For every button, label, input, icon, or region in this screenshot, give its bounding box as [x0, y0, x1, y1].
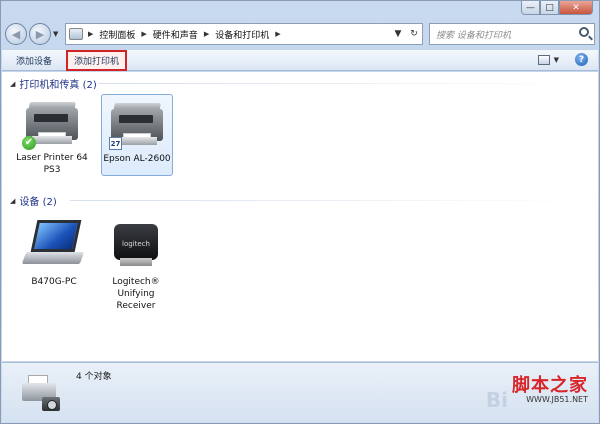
change-view-icon[interactable] — [537, 54, 550, 65]
device-label: Logitech® Unifying Receiver — [112, 277, 160, 311]
recent-pages-dropdown[interactable]: ▼ — [53, 30, 62, 38]
minimize-button[interactable]: — — [521, 1, 540, 15]
device-item-laptop[interactable]: B470G-PC — [18, 216, 90, 296]
back-arrow-icon: ◀ — [11, 27, 21, 41]
default-printer-check-icon: ✔ — [22, 136, 36, 150]
help-icon[interactable]: ? — [575, 53, 588, 66]
collapse-triangle-icon[interactable]: ◢ — [10, 197, 15, 205]
group-divider — [70, 200, 588, 201]
add-printer-button[interactable]: 添加打印机 — [66, 49, 128, 71]
printer-label: Epson AL-2600 — [103, 154, 171, 164]
navigation-bar: ◀ ▶ ▼ ▶ 控制面板 ▶ 硬件和声音 ▶ 设备和打印机 ▶ ▼ ↻ 搜索 设备和打… — [5, 21, 595, 47]
printer-icon: ✔ — [22, 98, 82, 150]
printer-label: Laser Printer 64 PS3 — [16, 153, 88, 175]
explorer-window: — □ ✕ ◀ ▶ ▼ ▶ 控制面板 ▶ 硬件和声音 ▶ 设备和打印机 ▶ ▼ ↻ 搜… — [0, 0, 600, 424]
search-icon[interactable] — [579, 27, 589, 37]
fax-badge-icon: 27 — [109, 137, 122, 150]
printer-icon: 27 — [107, 99, 167, 151]
details-pane: 4 个对象 Bi 脚本之家 WWW.JB51.NET — [2, 362, 598, 422]
printer-item-epson[interactable]: 27 Epson AL-2600 — [101, 94, 173, 176]
search-placeholder: 搜索 设备和打印机 — [436, 30, 511, 41]
search-input[interactable]: 搜索 设备和打印机 — [429, 23, 595, 45]
group-header-printers[interactable]: ◢ 打印机和传真 (2) — [10, 76, 97, 92]
breadcrumb-root-chevron[interactable]: ▶ — [88, 30, 93, 38]
view-options-dropdown[interactable]: ▼ — [554, 56, 559, 64]
devices-printers-icon — [16, 369, 64, 417]
printer-item-laser[interactable]: ✔ Laser Printer 64 PS3 — [16, 94, 88, 178]
site-watermark: 脚本之家 WWW.JB51.NET — [512, 371, 588, 404]
forward-button[interactable]: ▶ — [29, 23, 51, 45]
control-panel-folder-icon — [69, 28, 83, 40]
logitech-logo: logitech — [122, 240, 150, 248]
object-count: 4 个对象 — [76, 372, 112, 382]
device-label: B470G-PC — [31, 277, 77, 287]
device-item-logitech-receiver[interactable]: logitech Logitech® Unifying Receiver — [100, 216, 172, 316]
caption-buttons: — □ ✕ — [521, 1, 593, 15]
collapse-triangle-icon[interactable]: ◢ — [10, 80, 15, 88]
group-divider — [98, 83, 588, 84]
forward-arrow-icon: ▶ — [35, 27, 45, 41]
breadcrumb-item-devices-printers[interactable]: 设备和打印机 ▶ — [215, 28, 280, 41]
address-dropdown-icon[interactable]: ▼ — [390, 29, 406, 39]
command-bar: 添加设备 添加打印机 ▼ ? — [2, 49, 598, 71]
add-device-button[interactable]: 添加设备 — [10, 51, 58, 70]
breadcrumb-item-hardware-sound[interactable]: 硬件和声音 ▶ — [153, 28, 209, 41]
back-button[interactable]: ◀ — [5, 23, 27, 45]
laptop-icon — [21, 218, 86, 274]
usb-receiver-icon: logitech — [106, 218, 166, 274]
watermark-title: 脚本之家 — [512, 375, 588, 396]
group-header-devices[interactable]: ◢ 设备 (2) — [10, 193, 57, 209]
address-bar[interactable]: ▶ 控制面板 ▶ 硬件和声音 ▶ 设备和打印机 ▶ ▼ ↻ — [65, 23, 423, 45]
watermark-faint-text: Bi — [485, 388, 508, 412]
breadcrumb-item-control-panel[interactable]: 控制面板 ▶ — [99, 28, 146, 41]
maximize-button[interactable]: □ — [540, 1, 559, 15]
close-button[interactable]: ✕ — [559, 1, 593, 15]
content-pane: ◢ 打印机和传真 (2) ✔ Laser Printer 64 PS3 27 Ep… — [2, 72, 598, 361]
refresh-icon[interactable]: ↻ — [406, 29, 422, 39]
